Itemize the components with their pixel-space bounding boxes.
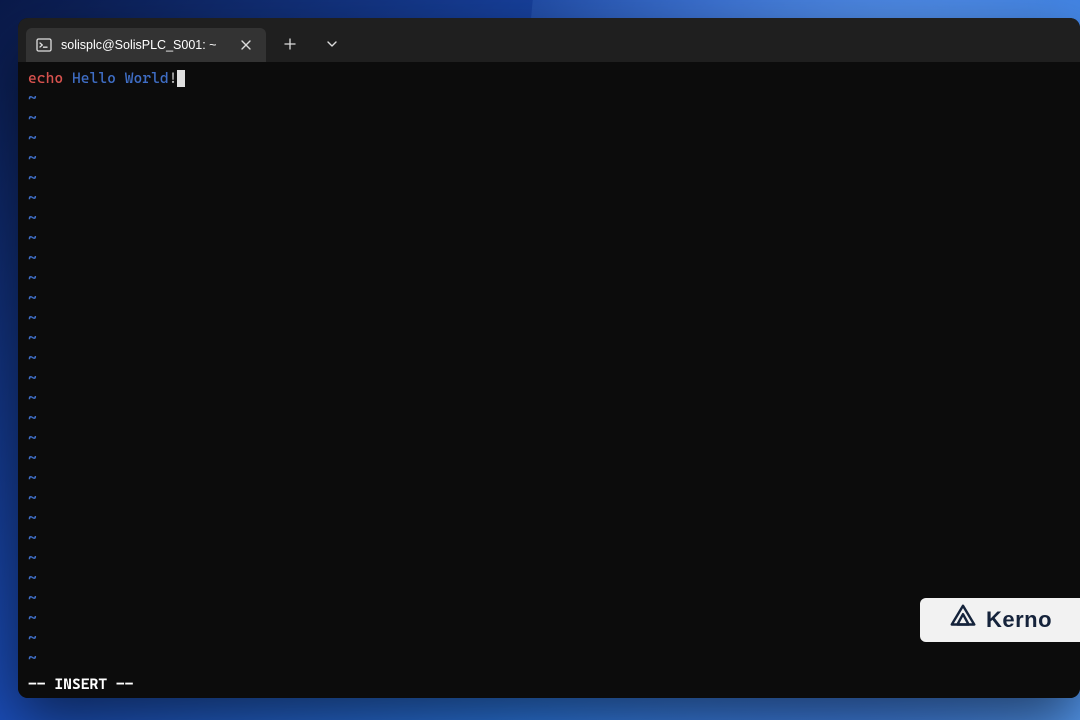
watermark-badge: Kerno <box>920 598 1080 642</box>
tab-title: solisplc@SolisPLC_S001: ~ <box>61 38 227 52</box>
empty-line-marker: ~ <box>28 328 1070 348</box>
text-cursor <box>177 70 185 87</box>
tab-dropdown-button[interactable] <box>314 28 350 60</box>
editor-token: echo <box>28 69 63 87</box>
empty-line-marker: ~ <box>28 548 1070 568</box>
empty-line-marker: ~ <box>28 608 1070 628</box>
empty-line-marker: ~ <box>28 308 1070 328</box>
empty-line-marker: ~ <box>28 588 1070 608</box>
empty-line-marker: ~ <box>28 268 1070 288</box>
editor-token <box>116 69 125 87</box>
empty-line-marker: ~ <box>28 208 1070 228</box>
empty-line-marker: ~ <box>28 348 1070 368</box>
editor-line: echo Hello World! <box>28 68 1070 88</box>
new-tab-button[interactable] <box>272 28 308 60</box>
empty-line-marker: ~ <box>28 368 1070 388</box>
empty-line-marker: ~ <box>28 468 1070 488</box>
watermark-text: Kerno <box>986 607 1052 633</box>
empty-line-marker: ~ <box>28 108 1070 128</box>
empty-line-marker: ~ <box>28 528 1070 548</box>
empty-line-marker: ~ <box>28 568 1070 588</box>
empty-line-marker: ~ <box>28 448 1070 468</box>
empty-line-marker: ~ <box>28 388 1070 408</box>
empty-line-marker: ~ <box>28 228 1070 248</box>
empty-line-marker: ~ <box>28 508 1070 528</box>
kerno-logo-icon <box>948 602 978 638</box>
editor-token: ! <box>169 69 178 87</box>
empty-line-marker: ~ <box>28 188 1070 208</box>
empty-line-marker: ~ <box>28 648 1070 668</box>
vim-mode-indicator: -- INSERT -- <box>28 674 133 694</box>
terminal-icon <box>36 37 52 53</box>
empty-line-marker: ~ <box>28 408 1070 428</box>
empty-line-marker: ~ <box>28 128 1070 148</box>
titlebar: solisplc@SolisPLC_S001: ~ <box>18 18 1080 62</box>
tab-close-button[interactable] <box>236 35 256 55</box>
empty-line-marker: ~ <box>28 428 1070 448</box>
empty-line-marker: ~ <box>28 168 1070 188</box>
terminal-window: solisplc@SolisPLC_S001: ~ <box>18 18 1080 698</box>
tab-active[interactable]: solisplc@SolisPLC_S001: ~ <box>26 28 266 62</box>
editor-token <box>63 69 72 87</box>
empty-line-marker: ~ <box>28 288 1070 308</box>
empty-line-marker: ~ <box>28 148 1070 168</box>
tilde-lines: ~~~~~~~~~~~~~~~~~~~~~~~~~~~~~ <box>28 88 1070 668</box>
empty-line-marker: ~ <box>28 248 1070 268</box>
editor-token: Hello <box>72 69 116 87</box>
empty-line-marker: ~ <box>28 88 1070 108</box>
editor-token: World <box>125 69 169 87</box>
empty-line-marker: ~ <box>28 488 1070 508</box>
empty-line-marker: ~ <box>28 628 1070 648</box>
